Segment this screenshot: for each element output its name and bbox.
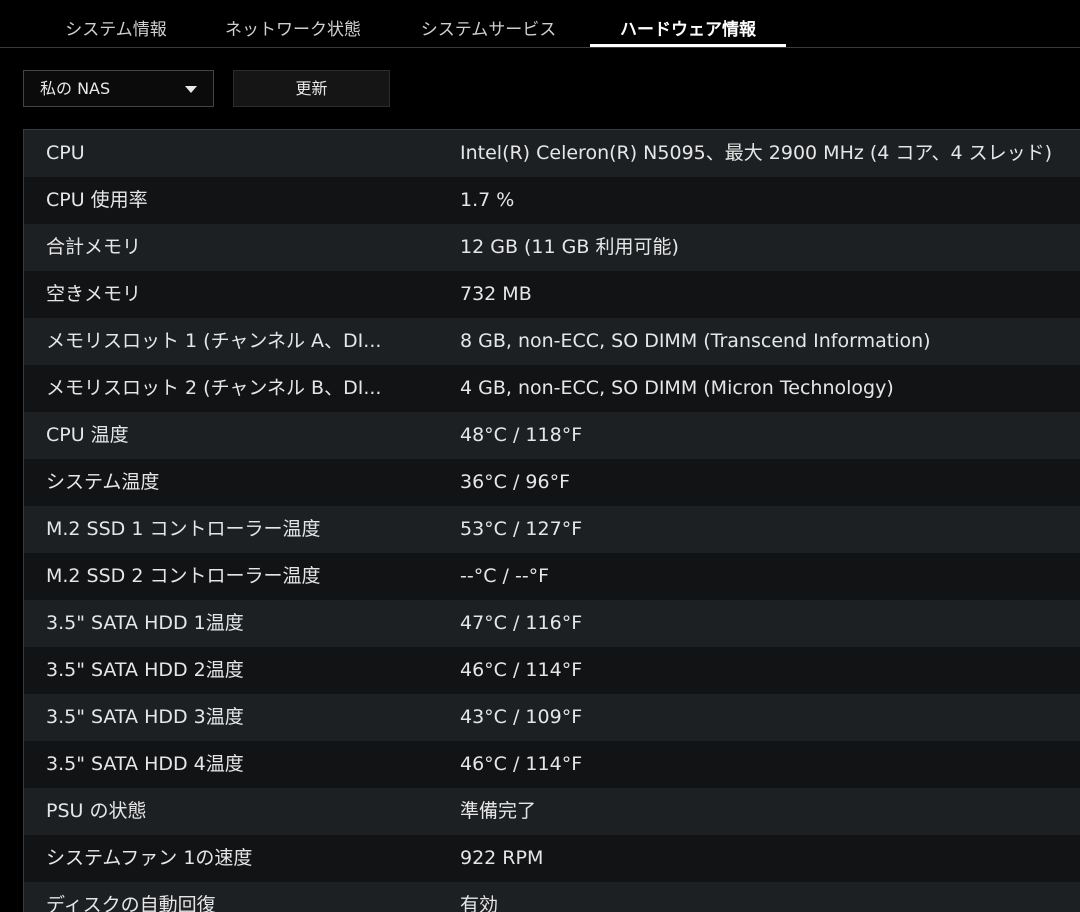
row-key: システム温度 (46, 471, 160, 493)
row-key: CPU 温度 (46, 424, 129, 446)
row-value: 46°C / 114°F (460, 753, 583, 775)
row-value: 8 GB, non-ECC, SO DIMM (Transcend Inform… (460, 330, 931, 352)
table-row: CPU Intel(R) Celeron(R) N5095、最大 2900 MH… (24, 130, 1080, 177)
row-key: 合計メモリ (46, 236, 142, 258)
row-value: 準備完了 (460, 800, 537, 822)
row-key: PSU の状態 (46, 800, 147, 822)
row-key: メモリスロット 1 (チャンネル A、DI... (46, 330, 382, 352)
table-row: 3.5" SATA HDD 2温度 46°C / 114°F (24, 647, 1080, 694)
row-key: M.2 SSD 1 コントローラー温度 (46, 518, 321, 540)
row-value: 43°C / 109°F (460, 706, 583, 728)
table-row: CPU 温度 48°C / 118°F (24, 412, 1080, 459)
table-row: システムファン 1の速度 922 RPM (24, 835, 1080, 882)
device-select[interactable]: 私の NAS (23, 70, 214, 107)
row-value: 48°C / 118°F (460, 424, 583, 446)
row-key: メモリスロット 2 (チャンネル B、DI... (46, 377, 382, 399)
row-value: 53°C / 127°F (460, 518, 583, 540)
row-value: 12 GB (11 GB 利用可能) (460, 236, 679, 258)
table-row: 3.5" SATA HDD 1温度 47°C / 116°F (24, 600, 1080, 647)
row-value: 46°C / 114°F (460, 659, 583, 681)
row-value: 36°C / 96°F (460, 471, 571, 493)
row-key: 3.5" SATA HDD 3温度 (46, 706, 244, 728)
tab-system-info[interactable]: システム情報 (36, 0, 196, 47)
table-row: 3.5" SATA HDD 4温度 46°C / 114°F (24, 741, 1080, 788)
hardware-info-table: CPU Intel(R) Celeron(R) N5095、最大 2900 MH… (23, 129, 1080, 912)
table-row: メモリスロット 1 (チャンネル A、DI... 8 GB, non-ECC, … (24, 318, 1080, 365)
row-value: 922 RPM (460, 847, 544, 869)
row-value: Intel(R) Celeron(R) N5095、最大 2900 MHz (4… (460, 142, 1053, 164)
row-key: 空きメモリ (46, 283, 142, 305)
refresh-button[interactable]: 更新 (233, 70, 390, 107)
tab-hardware-info[interactable]: ハードウェア情報 (590, 0, 786, 47)
table-row: システム温度 36°C / 96°F (24, 459, 1080, 506)
row-key: ディスクの自動回復 (46, 894, 216, 912)
table-row: 合計メモリ 12 GB (11 GB 利用可能) (24, 224, 1080, 271)
table-row: M.2 SSD 2 コントローラー温度 --°C / --°F (24, 553, 1080, 600)
chevron-down-icon (185, 86, 197, 93)
table-row: 3.5" SATA HDD 3温度 43°C / 109°F (24, 694, 1080, 741)
row-value: 1.7 % (460, 189, 515, 211)
row-value: 4 GB, non-ECC, SO DIMM (Micron Technolog… (460, 377, 894, 399)
table-row: ディスクの自動回復 有効 (24, 882, 1080, 912)
table-row: 空きメモリ 732 MB (24, 271, 1080, 318)
table-row: M.2 SSD 1 コントローラー温度 53°C / 127°F (24, 506, 1080, 553)
row-key: 3.5" SATA HDD 4温度 (46, 753, 244, 775)
device-select-value: 私の NAS (40, 79, 111, 98)
row-value: 732 MB (460, 283, 532, 305)
row-value: 有効 (460, 894, 499, 912)
table-row: メモリスロット 2 (チャンネル B、DI... 4 GB, non-ECC, … (24, 365, 1080, 412)
table-row: PSU の状態 準備完了 (24, 788, 1080, 835)
row-key: 3.5" SATA HDD 2温度 (46, 659, 244, 681)
row-key: システムファン 1の速度 (46, 847, 253, 869)
tab-network-status[interactable]: ネットワーク状態 (206, 0, 380, 47)
tab-bar: システム情報 ネットワーク状態 システムサービス ハードウェア情報 (0, 0, 1080, 48)
tab-system-services[interactable]: システムサービス (396, 0, 581, 47)
row-key: 3.5" SATA HDD 1温度 (46, 612, 244, 634)
row-key: M.2 SSD 2 コントローラー温度 (46, 565, 321, 587)
row-key: CPU (46, 142, 85, 164)
row-value: --°C / --°F (460, 565, 550, 587)
table-row: CPU 使用率 1.7 % (24, 177, 1080, 224)
row-value: 47°C / 116°F (460, 612, 583, 634)
row-key: CPU 使用率 (46, 189, 148, 211)
